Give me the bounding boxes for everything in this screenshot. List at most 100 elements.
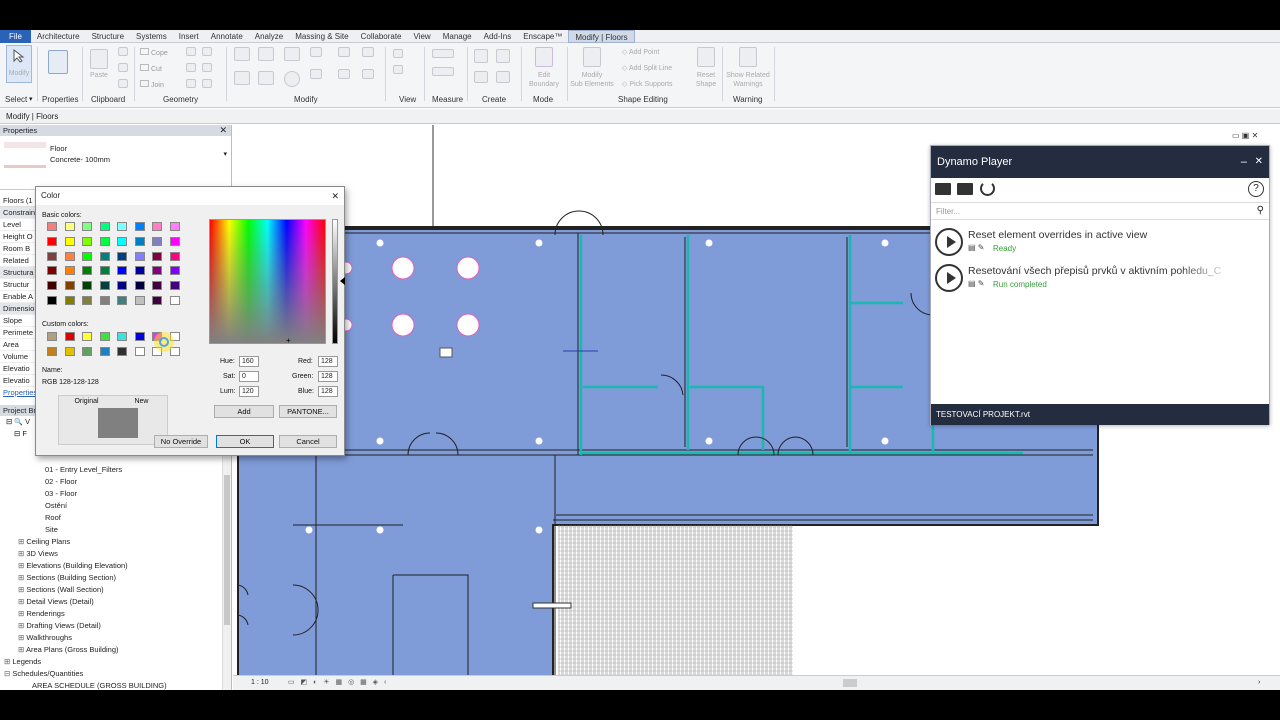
color-swatch[interactable] [82,332,92,341]
green-field[interactable]: 128 [318,371,338,382]
tab-manage[interactable]: Manage [437,30,478,43]
color-swatch[interactable] [82,251,92,261]
cope-button[interactable]: Cope [140,48,168,58]
close-icon[interactable]: ✕ [331,187,339,205]
browser-group[interactable]: ⊞ Ceiling Plans [0,536,231,548]
chevron-down-icon[interactable]: ▾ [29,95,33,103]
browser-group[interactable]: ⊞ Detail Views (Detail) [0,596,231,608]
luminance-slider[interactable] [332,219,338,344]
properties-icon[interactable] [48,50,68,74]
color-swatch[interactable] [152,222,162,231]
edit-boundary-button[interactable]: Edit Boundary [523,71,565,89]
browser-group[interactable]: ⊞ Elevations (Building Elevation) [0,560,231,572]
graph-item[interactable]: Resetování všech přepisů prvků v aktivní… [931,262,1269,298]
color-swatch[interactable] [82,281,92,291]
tab-structure[interactable]: Structure [86,30,130,43]
color-swatch[interactable] [169,251,180,261]
color-swatch[interactable] [152,236,162,246]
tab-modify-floors[interactable]: Modify | Floors [568,30,635,43]
browser-group[interactable]: ⊟ Schedules/Quantities [0,668,231,680]
tab-enscape[interactable]: Enscape™ [517,30,568,43]
view-item[interactable]: 01 - Entry Level_Filters [0,464,231,476]
pantone-button[interactable]: PANTONE... [279,405,337,418]
browser-group[interactable]: ⊞ Area Plans (Gross Building) [0,644,231,656]
close-icon[interactable]: ✕ [219,125,227,136]
color-swatch[interactable] [152,251,162,261]
tab-systems[interactable]: Systems [130,30,173,43]
paste-icon[interactable] [90,49,108,69]
color-swatch[interactable] [47,296,57,305]
color-swatch[interactable] [99,296,110,305]
view-control-icons[interactable]: ▭ ◩ ◐ ☀ ▦ ◎ ▦ ◈ ‹ [288,676,388,690]
search-icon[interactable]: ⚲ [1257,205,1264,216]
color-swatch[interactable] [64,346,75,356]
hue-field[interactable]: 160 [239,356,259,367]
color-swatch[interactable] [169,222,180,231]
graph-item[interactable]: Reset element overrides in active view ▤… [931,226,1269,262]
color-swatch[interactable] [64,266,75,276]
rotate-icon[interactable] [284,71,300,87]
color-swatch[interactable] [134,266,145,276]
scale-label[interactable]: 1 : 10 [251,676,269,690]
browser-group[interactable]: ⊞ Renderings [0,608,231,620]
cancel-button[interactable]: Cancel [279,435,337,448]
color-swatch[interactable] [47,236,57,246]
color-swatch[interactable] [117,332,127,341]
show-related-warnings-button[interactable]: Show Related Warnings [722,71,774,89]
cut-button[interactable]: Cut [140,64,162,74]
color-swatch[interactable] [47,281,57,291]
color-swatch[interactable] [99,236,110,246]
blue-field[interactable]: 128 [318,386,338,397]
minimize-icon[interactable]: – [1241,146,1247,178]
type-selector[interactable]: Floor Concrete- 100mm ▾ [0,136,231,190]
color-swatch[interactable] [134,222,145,231]
tab-analyze[interactable]: Analyze [249,30,289,43]
tab-add-ins[interactable]: Add-Ins [478,30,518,43]
color-swatch[interactable] [134,296,145,305]
graph-actions-icon[interactable]: ▤ ✎ [968,279,984,288]
browser-group[interactable]: AREA SCHEDULE (GROSS BUILDING) [0,680,231,690]
expand-icon[interactable]: ⊞ [18,645,26,654]
color-swatch[interactable] [152,266,162,276]
browser-group[interactable]: ⊞ Drafting Views (Detail) [0,620,231,632]
browser-group[interactable]: ⊞ Walkthroughs [0,632,231,644]
view-window-controls[interactable]: ▭ ▣ ✕ [1232,131,1258,140]
edit-boundary-icon[interactable] [535,47,553,67]
color-swatch[interactable] [134,251,145,261]
browser-group[interactable]: ⊞ Sections (Wall Section) [0,584,231,596]
color-swatch[interactable] [117,296,127,305]
color-swatch[interactable] [117,251,127,261]
play-icon[interactable] [935,228,963,256]
add-point-button[interactable]: ◇ Add Point [622,48,659,57]
tab-view[interactable]: View [408,30,437,43]
color-swatch[interactable] [99,346,110,356]
color-swatch[interactable] [134,346,145,356]
color-swatch[interactable] [82,236,92,246]
scroll-right-icon[interactable]: › [1258,676,1260,690]
color-swatch[interactable] [64,236,75,246]
red-field[interactable]: 128 [318,356,338,367]
browser-scrollbar[interactable] [222,455,231,690]
color-swatch[interactable] [82,222,92,231]
tab-architecture[interactable]: Architecture [31,30,86,43]
color-swatch[interactable] [117,236,127,246]
color-swatch[interactable] [99,222,110,231]
color-swatch[interactable] [47,266,57,276]
tab-insert[interactable]: Insert [173,30,205,43]
color-swatch[interactable] [117,222,127,231]
color-swatch[interactable] [82,296,92,305]
browser-group[interactable]: ⊞ Sections (Building Section) [0,572,231,584]
play-icon[interactable] [935,264,963,292]
move-icon[interactable] [234,71,250,85]
tab-collaborate[interactable]: Collaborate [355,30,408,43]
color-swatch[interactable] [99,251,110,261]
color-swatch[interactable] [134,236,145,246]
color-swatch[interactable] [134,332,145,341]
filter-input[interactable]: Filter... ⚲ [931,202,1269,220]
chevron-down-icon[interactable]: ▾ [223,150,227,158]
color-swatch[interactable] [169,266,180,276]
color-swatch[interactable] [169,281,180,291]
lum-field[interactable]: 120 [239,386,259,397]
color-swatch[interactable] [117,266,127,276]
view-item[interactable]: 03 - Floor [0,488,231,500]
